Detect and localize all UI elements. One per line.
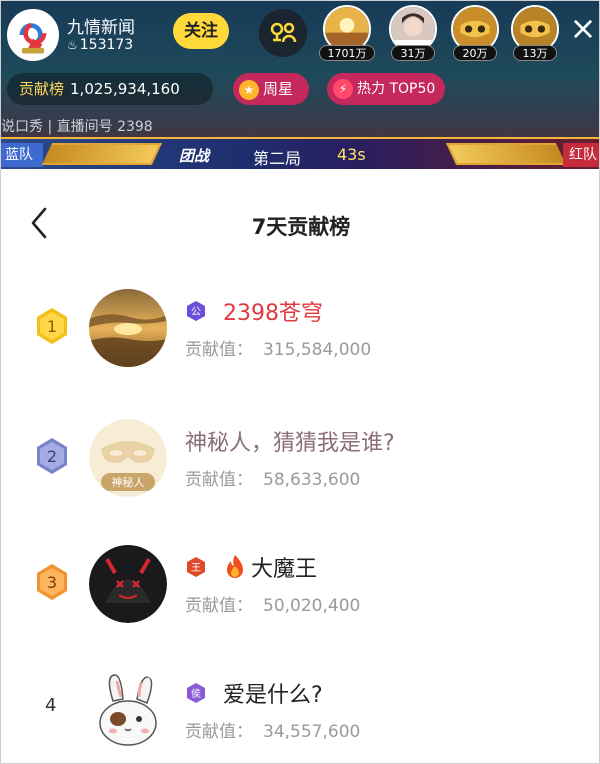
rank-badge-gold: 1 <box>35 307 69 345</box>
live-room-screen: 九情新闻 ♨ 153173 关注 1701万 3 1万 20万 13万 × 贡献榜… <box>0 0 600 764</box>
viewer-contribution-tag: 20万 <box>453 45 497 61</box>
rank-list-item[interactable]: 1 公 2398苍穹 贡献值： 315,584,000 <box>1 287 599 377</box>
contribution-rank-value: 1,025,934,160 <box>70 80 180 98</box>
week-star-label: 周星 <box>263 80 294 98</box>
anchor-fans-count: ♨ 153173 <box>67 37 133 53</box>
pk-timer: 43s <box>337 145 366 164</box>
panel-title: 7天贡献榜 <box>251 215 351 239</box>
contribution-value-line: 贡献值： 50,020,400 <box>185 591 360 616</box>
rank-list-item[interactable]: 2 神秘人 神秘人，猜猜我是谁? 贡献值： 58,633,600 <box>1 417 599 507</box>
contribution-value: 58,633,600 <box>263 470 361 490</box>
contribution-label: 贡献值： <box>185 470 253 490</box>
svg-text:公: 公 <box>191 307 201 318</box>
demon-avatar[interactable] <box>89 545 167 623</box>
rank-number: 4 <box>45 695 57 716</box>
viewer-avatar-1[interactable]: 1701万 <box>319 5 375 61</box>
viewer-contribution-tag: 1701万 <box>319 45 375 61</box>
user-name-line: 神秘人，猜猜我是谁? <box>185 425 395 457</box>
anchor-name: 九情新闻 <box>67 18 135 38</box>
level-badge-icon: 公 <box>185 300 207 322</box>
user-name[interactable]: 大魔王 <box>251 557 317 582</box>
mystery-mask-avatar[interactable]: 神秘人 <box>89 419 167 497</box>
user-name-line: 侯 爱是什么? <box>185 677 323 709</box>
user-name-line: 王 大魔王 <box>185 551 317 583</box>
contribution-value: 315,584,000 <box>263 340 372 360</box>
mic-link-icon <box>259 9 307 57</box>
rank-number: 3 <box>47 573 57 592</box>
hot-icon: ♨ <box>67 38 78 52</box>
rank-list-item[interactable]: 4 侯 爱是什么? 贡献值： 34,557,600 <box>1 669 599 759</box>
mic-link-button[interactable] <box>259 9 307 57</box>
viewer-contribution-tag: 31万 <box>391 45 435 61</box>
viewer-avatar-4[interactable]: 13万 <box>507 5 563 61</box>
user-name-line: 公 2398苍穹 <box>185 295 323 327</box>
pk-battle-bar: 蓝队 团战 第二局 43s 红队 <box>1 137 599 169</box>
live-room-header: 九情新闻 ♨ 153173 关注 1701万 31万 20万 13万 × 贡献榜… <box>1 1 599 169</box>
rank-number: 2 <box>47 447 57 466</box>
anchor-logo[interactable] <box>7 9 59 61</box>
viewer-avatar-2[interactable]: 31万 <box>385 5 441 61</box>
anchor-fans-value: 153173 <box>79 37 134 53</box>
contribution-value: 50,020,400 <box>263 596 361 616</box>
rank-badge-bronze: 3 <box>35 563 69 601</box>
lightning-icon: ⚡ <box>333 79 353 99</box>
contribution-value-line: 贡献值： 58,633,600 <box>185 465 360 490</box>
contribution-label: 贡献值： <box>185 722 253 742</box>
sunset-avatar[interactable] <box>89 289 167 367</box>
close-button[interactable]: × <box>569 12 597 44</box>
svg-text:王: 王 <box>191 563 201 574</box>
blue-team-label: 蓝队 <box>1 143 43 167</box>
contribution-rank-pill[interactable]: 贡献榜 1,025,934,160 <box>7 73 213 105</box>
follow-button[interactable]: 关注 <box>173 13 229 49</box>
flame-icon <box>223 554 247 580</box>
viewer-contribution-tag: 13万 <box>513 45 557 61</box>
hot-rank-pill[interactable]: ⚡ 热力 TOP50 <box>327 73 445 105</box>
user-name[interactable]: 2398苍穹 <box>223 301 323 326</box>
rank-badge-silver: 2 <box>35 437 69 475</box>
svg-text:神秘人: 神秘人 <box>112 475 145 489</box>
hot-rank-label: 热力 TOP50 <box>357 81 436 97</box>
pk-decoration-left <box>41 143 163 165</box>
contribution-ranking-panel: 7天贡献榜 1 公 2398苍穹 贡献值： 315,584,000 2 神秘人 … <box>1 171 599 763</box>
viewer-avatar-3[interactable]: 20万 <box>447 5 503 61</box>
bunny-avatar[interactable] <box>89 671 167 749</box>
red-team-label: 红队 <box>563 143 599 167</box>
pk-round-label: 第二局 <box>253 149 302 168</box>
pk-mode-label: 团战 <box>179 147 210 165</box>
contribution-value-line: 贡献值： 34,557,600 <box>185 717 360 742</box>
star-icon: ★ <box>239 79 259 100</box>
week-star-pill[interactable]: ★ 周星 <box>233 73 309 105</box>
contribution-label: 贡献值： <box>185 596 253 616</box>
anchor-card[interactable]: 九情新闻 ♨ 153173 <box>7 9 167 61</box>
user-name[interactable]: 神秘人，猜猜我是谁? <box>185 431 395 456</box>
user-name[interactable]: 爱是什么? <box>223 683 323 708</box>
level-badge-icon: 侯 <box>185 682 207 704</box>
contribution-value-line: 贡献值： 315,584,000 <box>185 335 371 360</box>
rank-list-item[interactable]: 3 王 大魔王 贡献值： 50,020,400 <box>1 543 599 633</box>
rank-number: 1 <box>47 317 57 336</box>
contribution-value: 34,557,600 <box>263 722 361 742</box>
contribution-label: 贡献值： <box>185 340 253 360</box>
pk-decoration-right <box>445 143 567 165</box>
svg-text:侯: 侯 <box>191 687 201 700</box>
room-info: 说口秀 | 直播间号 2398 <box>1 119 153 135</box>
level-badge-icon: 王 <box>185 556 207 578</box>
contribution-rank-label: 贡献榜 <box>19 80 65 98</box>
